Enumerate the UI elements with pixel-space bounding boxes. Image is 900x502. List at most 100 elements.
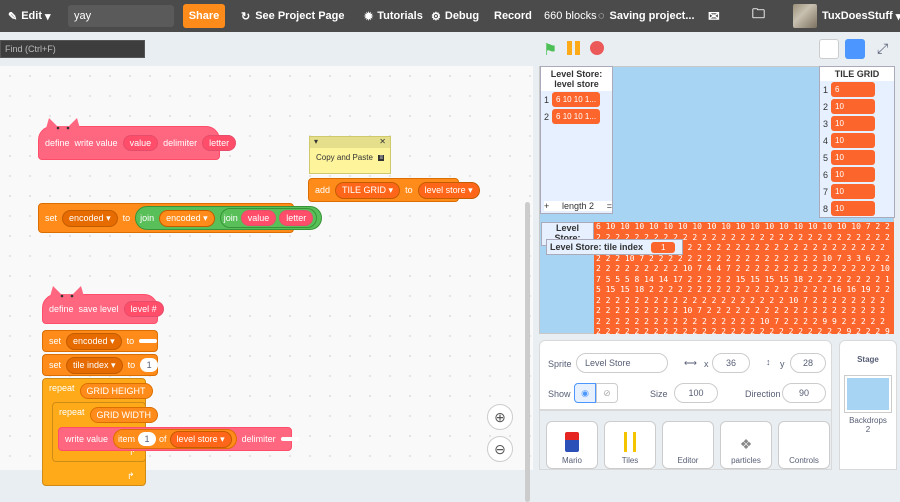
to-label: to	[126, 336, 135, 346]
write-value-call-block[interactable]: write value item 1 of level store delimi…	[58, 427, 299, 451]
vertical-scrollbar[interactable]	[525, 202, 530, 502]
item-index-input[interactable]: 1	[138, 432, 157, 446]
see-project-page-button[interactable]: ↻ See Project Page	[241, 0, 345, 32]
pause-icon[interactable]	[567, 41, 581, 55]
sprite-name-input[interactable]: Level Store	[576, 353, 668, 373]
sprite-tile-editor[interactable]: Editor	[662, 421, 714, 469]
item-of-list-block[interactable]: item 1 of level store	[113, 429, 237, 449]
cat-ears-icon	[49, 286, 85, 300]
sprite-tile-tiles[interactable]: Tiles	[604, 421, 656, 469]
variable-dropdown[interactable]: encoded	[62, 209, 118, 227]
inner-join-block[interactable]: join value letter	[219, 208, 318, 228]
direction-input[interactable]: 90	[782, 383, 826, 403]
set-tile-index-block[interactable]: set tile index to 1	[42, 354, 159, 376]
sprite-tile-particles[interactable]: ❖ particles	[720, 421, 772, 469]
level-arg[interactable]: level #	[123, 301, 164, 317]
small-stage-icon[interactable]	[819, 39, 839, 59]
edit-menu[interactable]: ✎ Edit ▾	[8, 0, 51, 32]
sprite-name: particles	[731, 456, 761, 465]
stage-target-panel[interactable]: Stage Backdrops 2	[839, 340, 897, 470]
green-flag-icon[interactable]: ⚑	[543, 40, 557, 60]
list-dropdown[interactable]: level store	[169, 430, 232, 448]
sprite-tile-mario[interactable]: Mario	[546, 421, 598, 469]
see-project-label: See Project Page	[255, 10, 345, 22]
list-item[interactable]: 2 10	[820, 98, 894, 115]
resize-handle[interactable]: =	[607, 201, 612, 211]
delimiter-input[interactable]	[280, 437, 299, 441]
list-item[interactable]: 8 10	[820, 200, 894, 217]
zoom-out-button[interactable]: ⊖	[487, 436, 513, 462]
account-menu[interactable]: TuxDoesStuff ▾	[822, 0, 900, 32]
fullscreen-icon[interactable]: ⤢	[877, 40, 888, 57]
hide-icon[interactable]: ⊘	[596, 383, 618, 403]
sprite-label: Sprite	[548, 359, 572, 369]
backdrop-thumbnail[interactable]	[844, 375, 892, 413]
lightbulb-icon: ✹	[364, 10, 374, 23]
variable-dropdown[interactable]: tile index	[66, 356, 123, 374]
sprite-info-panel: Sprite Level Store ⟷ x 36 ↕ y 28 Show ◉ …	[539, 340, 832, 410]
note-header: ▾ ✕	[310, 137, 390, 148]
list-item[interactable]: 5 10	[820, 149, 894, 166]
define-save-level-block[interactable]: define save level level #	[42, 286, 164, 324]
add-to-list-block[interactable]: add TILE GRID to level store	[308, 178, 480, 202]
avatar[interactable]	[793, 4, 817, 28]
add-item-button[interactable]: +	[544, 201, 549, 211]
resize-icon[interactable]: ≡	[378, 154, 384, 161]
set-encoded-block[interactable]: set encoded to join encoded join value l…	[38, 203, 323, 233]
list-item[interactable]: 16	[820, 81, 894, 98]
folder-icon[interactable]: 🗀	[752, 0, 765, 32]
zoom-in-button[interactable]: ⊕	[487, 404, 513, 430]
value-arg[interactable]: value	[122, 135, 159, 151]
debug-button[interactable]: ⚙ Debug	[431, 0, 479, 32]
set-encoded-empty-block[interactable]: set encoded to	[42, 330, 158, 352]
y-input[interactable]: 28	[790, 353, 826, 373]
large-stage-icon[interactable]	[845, 39, 865, 59]
list-item[interactable]: 6 10	[820, 166, 894, 183]
tutorials-button[interactable]: ✹ Tutorials	[364, 0, 423, 32]
encoded-reporter[interactable]: encoded	[159, 209, 215, 227]
grid-height-reporter[interactable]: GRID HEIGHT	[79, 383, 153, 399]
list-item[interactable]: 26 10 10 1...	[541, 108, 612, 125]
stage-title: Stage	[857, 355, 879, 364]
value-reporter[interactable]: value	[240, 210, 277, 226]
record-button[interactable]: Record	[494, 0, 532, 32]
letter-arg[interactable]: letter	[202, 135, 237, 151]
find-input[interactable]: Find (Ctrl+F)	[0, 40, 145, 58]
share-button[interactable]: Share	[183, 4, 225, 28]
saving-label: Saving project...	[609, 10, 695, 22]
tile-grid-list-monitor[interactable]: TILE GRID 16 2 10 3 10 4 10 5 10 6 10 7 10 8 10	[819, 66, 895, 218]
define-label: define	[49, 304, 74, 314]
list-item[interactable]: 7 10	[820, 183, 894, 200]
save-level-label: save level	[78, 304, 119, 314]
username: TuxDoesStuff	[822, 10, 893, 22]
define-write-value-block[interactable]: define write value value delimiter lette…	[38, 118, 237, 160]
sprite-tile-controls[interactable]: Controls	[778, 421, 830, 469]
comment-note[interactable]: ▾ ✕ Copy and Paste ≡	[309, 136, 391, 174]
value-input[interactable]	[139, 339, 158, 343]
collapse-icon[interactable]: ▾	[314, 137, 318, 148]
stop-icon[interactable]	[590, 41, 604, 55]
list-dropdown[interactable]: level store	[417, 181, 480, 199]
variable-dropdown[interactable]: encoded	[66, 332, 122, 350]
messages-icon[interactable]: ✉	[708, 0, 720, 32]
mario-sprite-icon	[565, 432, 579, 452]
tile-index-monitor[interactable]: Level Store: tile index 1	[546, 239, 683, 255]
size-input[interactable]: 100	[674, 383, 718, 403]
letter-reporter[interactable]: letter	[279, 210, 314, 226]
list-item[interactable]: 3 10	[820, 115, 894, 132]
script-workspace[interactable]: define write value value delimiter lette…	[0, 66, 533, 502]
join-block[interactable]: join encoded join value letter	[135, 206, 323, 230]
show-visible-icon[interactable]: ◉	[574, 383, 596, 403]
of-label: of	[159, 434, 167, 444]
list-item[interactable]: 4 10	[820, 132, 894, 149]
value-input[interactable]: 1	[140, 358, 159, 372]
monitor-label: Level Store: tile index	[550, 242, 644, 252]
x-input[interactable]: 36	[712, 353, 750, 373]
grid-width-reporter[interactable]: GRID WIDTH	[89, 407, 159, 423]
add-label: add	[315, 185, 331, 195]
project-title-input[interactable]: yay	[68, 5, 174, 27]
level-store-list-monitor[interactable]: Level Store: level store 16 10 10 1... 2…	[540, 66, 613, 214]
list-item[interactable]: 16 10 10 1...	[541, 91, 612, 108]
tile-grid-reporter[interactable]: TILE GRID	[335, 181, 401, 199]
close-icon[interactable]: ✕	[379, 137, 386, 148]
